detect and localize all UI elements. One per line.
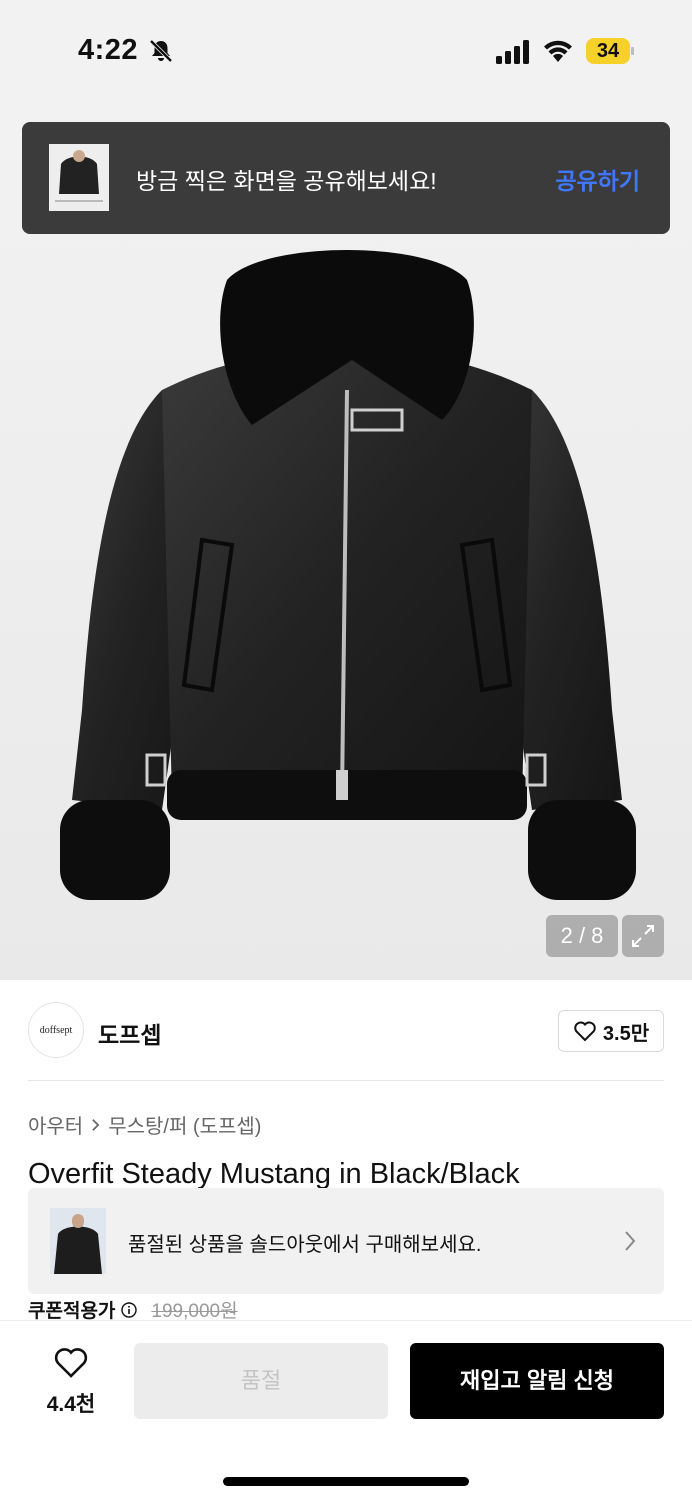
info-icon[interactable]: [121, 1301, 138, 1318]
share-button[interactable]: 공유하기: [555, 162, 640, 196]
brand-like-count: 3.5만: [602, 1022, 650, 1045]
heart-icon: [574, 1021, 596, 1042]
divider: [28, 1080, 664, 1081]
heart-icon: [54, 1348, 88, 1378]
screenshot-share-toast: 방금 찍은 화면을 공유해보세요! 공유하기: [22, 122, 670, 234]
product-title: Overfit Steady Mustang in Black/Black: [28, 1158, 520, 1188]
product-photo-jacket: [60, 250, 636, 900]
breadcrumb: 아우터 무스탕/퍼 (도프셉): [28, 1110, 261, 1139]
cellular-signal-icon: [496, 40, 529, 64]
status-time: 4:22: [78, 34, 139, 66]
breadcrumb-subcategory[interactable]: 무스탕/퍼 (도프셉): [108, 1110, 261, 1139]
soldout-button: 품절: [134, 1343, 388, 1419]
bottom-action-bar: 4.4천 품절 재입고 알림 신청: [0, 1320, 692, 1500]
price-row: 쿠폰적용가 199,000원: [28, 1296, 238, 1323]
chevron-right-icon: [625, 1231, 636, 1251]
wishlist-button[interactable]: 4.4천: [40, 1347, 102, 1418]
battery-indicator: 34: [586, 38, 634, 64]
original-price: 199,000원: [151, 1301, 238, 1322]
toast-message: 방금 찍은 화면을 공유해보세요!: [136, 168, 437, 194]
soldout-banner[interactable]: 품절된 상품을 솔드아웃에서 구매해보세요.: [28, 1188, 664, 1294]
expand-icon[interactable]: [622, 915, 664, 957]
wifi-icon: [544, 40, 572, 62]
screenshot-thumbnail[interactable]: [49, 144, 109, 211]
brand-logo[interactable]: doffsept: [28, 1002, 84, 1058]
status-bar: 4:22 34: [0, 0, 692, 100]
brand-name[interactable]: 도프셉: [98, 1016, 161, 1050]
wishlist-count: 4.4천: [46, 1393, 96, 1416]
breadcrumb-category[interactable]: 아우터: [28, 1110, 83, 1139]
coupon-price-label: 쿠폰적용가: [28, 1301, 116, 1322]
bell-slash-icon: [149, 39, 173, 63]
battery-level: 34: [586, 38, 630, 64]
brand-row: doffsept 도프셉 3.5만: [0, 982, 692, 1080]
restock-alert-button[interactable]: 재입고 알림 신청: [410, 1343, 664, 1419]
soldout-thumbnail: [50, 1208, 106, 1274]
brand-like-button[interactable]: 3.5만: [558, 1010, 664, 1052]
soldout-message: 품절된 상품을 솔드아웃에서 구매해보세요.: [128, 1234, 482, 1256]
home-indicator[interactable]: [223, 1477, 469, 1486]
gallery-pager: 2 / 8: [546, 915, 618, 957]
chevron-right-icon: [92, 1118, 100, 1131]
